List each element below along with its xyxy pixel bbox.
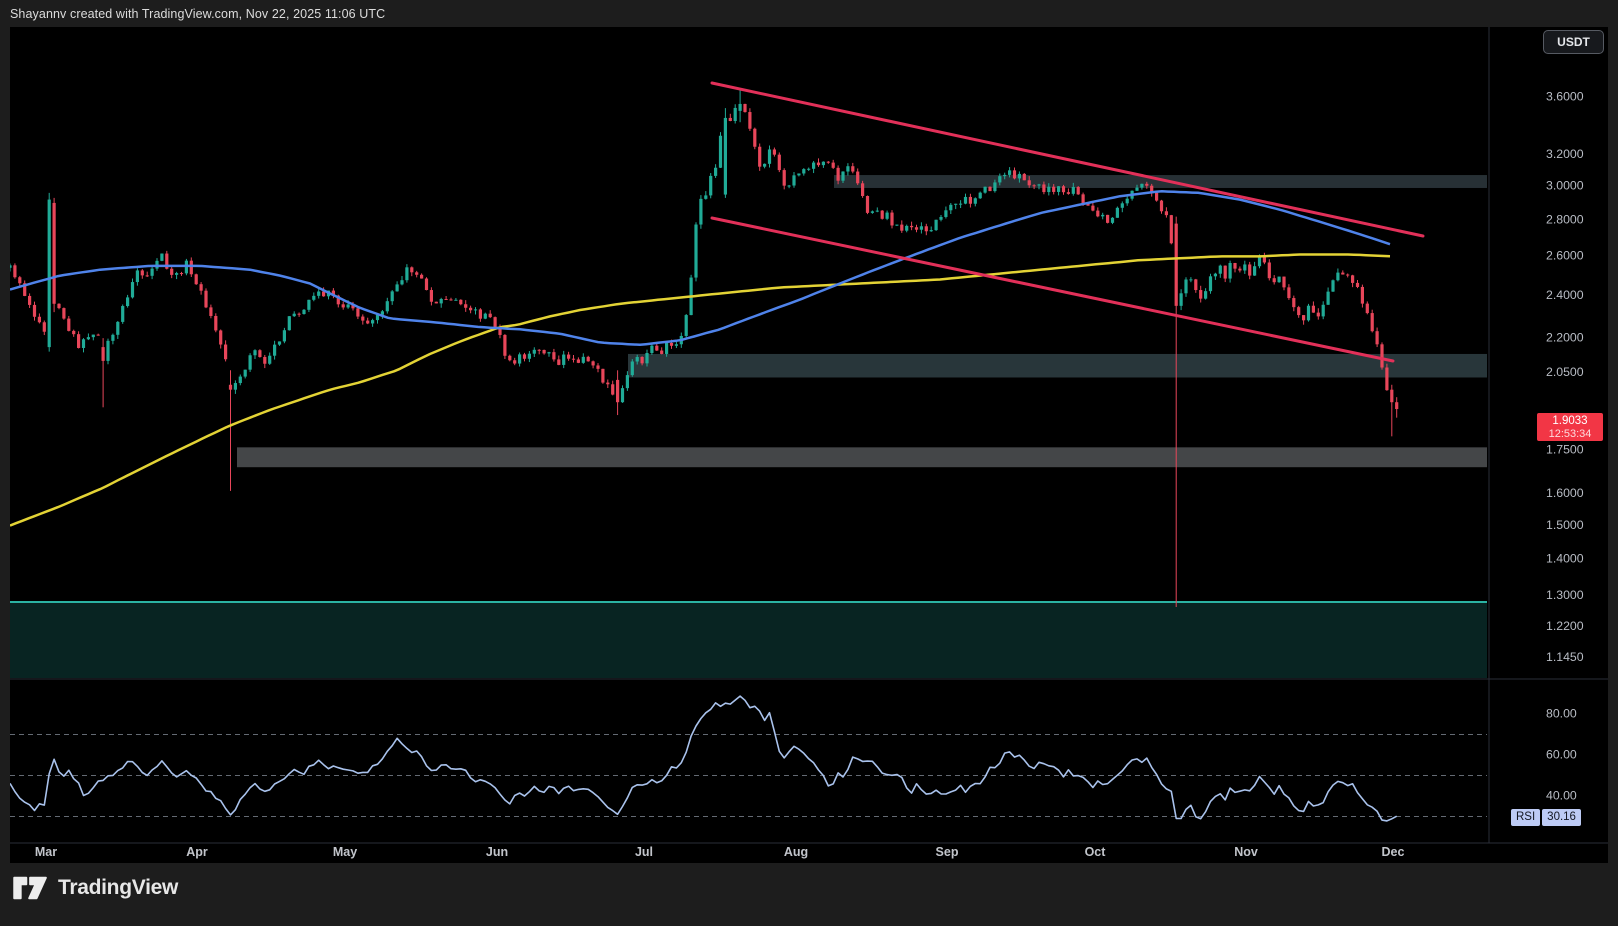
rsi-name-badge: RSI — [1511, 809, 1540, 826]
last-price-label: 1.9033 12:53:34 — [1537, 413, 1603, 441]
quote-currency-badge[interactable]: USDT — [1543, 30, 1604, 54]
last-price-value: 1.9033 — [1552, 415, 1587, 427]
month-label[interactable]: May — [333, 845, 357, 859]
month-label[interactable]: Jul — [635, 845, 653, 859]
month-label[interactable]: Aug — [784, 845, 808, 859]
rsi-tick-label: 80.00 — [1546, 706, 1577, 720]
price-tick-label: 1.1450 — [1546, 650, 1584, 664]
month-label[interactable]: Dec — [1382, 845, 1405, 859]
demand-zone-1.22 — [10, 602, 1487, 678]
bar-countdown: 12:53:34 — [1537, 428, 1603, 441]
price-tick-label: 1.2200 — [1546, 619, 1584, 633]
price-tick-label: 2.4000 — [1546, 288, 1584, 302]
tradingview-screenshot: Shayannv created with TradingView.com, N… — [0, 0, 1618, 926]
price-tick-label: 2.6000 — [1546, 249, 1584, 263]
price-tick-label: 2.2000 — [1546, 330, 1584, 344]
month-label[interactable]: Nov — [1234, 845, 1258, 859]
rsi-tick-label: 40.00 — [1546, 788, 1577, 802]
chart-canvas[interactable]: 3.6000 3.2000 3.0000 2.8000 2.6000 2.4000 2.20… — [0, 0, 1618, 926]
tradingview-logo-icon — [12, 874, 50, 902]
price-tick-label: 3.0000 — [1546, 179, 1584, 193]
rsi-tick-label: 60.00 — [1546, 747, 1577, 761]
support-zone-1.75 — [237, 447, 1487, 467]
tradingview-logo[interactable]: TradingView — [12, 874, 178, 902]
month-label[interactable]: Oct — [1085, 845, 1107, 859]
month-label[interactable]: Apr — [186, 845, 208, 859]
price-tick-label: 2.0500 — [1546, 365, 1584, 379]
month-label[interactable]: Sep — [936, 845, 959, 859]
month-label[interactable]: Mar — [35, 845, 57, 859]
mid-zone-2.05 — [628, 354, 1487, 378]
price-tick-label: 1.5000 — [1546, 518, 1584, 532]
price-tick-label: 3.2000 — [1546, 147, 1584, 161]
price-tick-label: 1.4000 — [1546, 552, 1584, 566]
price-tick-label: 1.6000 — [1546, 486, 1584, 500]
chart-background — [10, 27, 1608, 863]
month-label[interactable]: Jun — [486, 845, 508, 859]
rsi-current-value-badge: 30.16 — [1542, 809, 1581, 826]
supply-zone-3.00 — [834, 175, 1487, 188]
price-tick-label: 1.3000 — [1546, 588, 1584, 602]
tradingview-logo-text: TradingView — [58, 876, 178, 900]
price-tick-label: 2.8000 — [1546, 212, 1584, 226]
price-tick-label: 3.6000 — [1546, 89, 1584, 103]
quote-currency-label: USDT — [1557, 35, 1590, 49]
rsi-value-badges: RSI 30.16 — [1511, 809, 1581, 826]
price-tick-label: 1.7500 — [1546, 442, 1584, 456]
